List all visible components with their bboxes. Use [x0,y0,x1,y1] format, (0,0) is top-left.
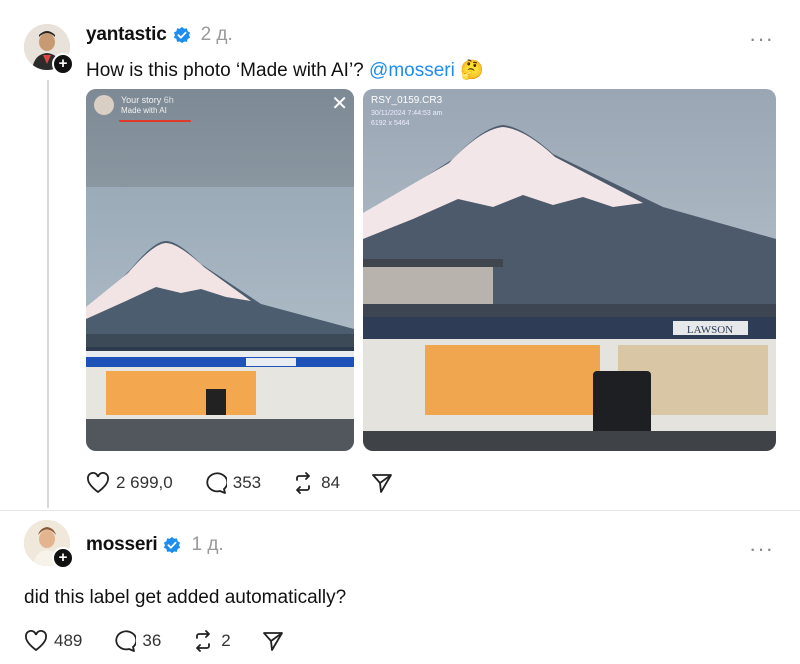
repost-count: 84 [321,473,341,492]
like-count: 2 699,0 [116,473,173,492]
comment-button[interactable]: 353 [203,472,261,494]
post-time: 2 д. [200,24,233,45]
like-button[interactable]: 489 [24,630,82,652]
post-time: 1 д. [191,534,224,555]
post-image-raw-file[interactable]: LAWSON RSY_0159.CR3 30/11/2024 7:44:53 a… [363,89,776,451]
thinking-emoji: 🤔 [460,60,484,81]
raw-file-dimensions: 6192 x 5464 [371,120,410,127]
raw-file-meta: 30/11/2024 7:44:53 am 6192 x 5464 [371,109,442,129]
repost-count: 2 [221,631,231,650]
mention-link[interactable]: @mosseri [369,60,455,81]
username[interactable]: mosseri [86,534,158,556]
story-overlay: Your story 6h Made with AI ✕ [86,89,354,187]
share-icon [372,474,392,493]
raw-file-date: 30/11/2024 7:44:53 am [371,110,443,117]
comment-count: 353 [232,473,262,492]
close-icon[interactable]: ✕ [331,91,348,116]
comment-count: 36 [142,631,162,650]
share-button[interactable] [261,630,285,652]
story-avatar [94,95,114,115]
repost-button[interactable]: 84 [291,472,340,494]
lawson-sign-text: LAWSON [687,324,733,336]
follow-plus-icon[interactable]: + [52,53,74,75]
like-count: 489 [54,631,83,650]
post-header: mosseri 1 д. [86,534,224,556]
post-header: yantastic 2 д. [86,24,233,46]
post-text-body: How is this photo ‘Made with AI’? [86,60,370,81]
repost-button[interactable]: 2 [191,630,231,652]
story-title: Your story 6h [121,95,174,105]
username[interactable]: yantastic [86,24,167,46]
share-icon [262,632,283,651]
raw-file-name: RSY_0159.CR3 [371,95,443,106]
verified-icon [164,536,181,554]
verified-icon [173,26,190,44]
more-icon[interactable]: ··· [749,538,774,560]
comment-icon [206,472,227,494]
made-with-ai-label[interactable]: Made with AI [121,106,167,115]
repost-icon [296,472,311,494]
repost-icon [196,630,211,652]
fuji-lawson-photo-large: LAWSON [363,89,776,451]
like-button[interactable]: 2 699,0 [86,472,173,494]
story-name: Your story [121,95,162,105]
heart-icon [87,472,109,494]
thread-connector-line [47,80,49,508]
follow-plus-icon[interactable]: + [52,547,74,569]
heart-icon [25,630,47,652]
post-text: How is this photo ‘Made with AI’? @mosse… [86,58,484,82]
post-divider [0,510,800,511]
post-actions: 489 36 2 [24,630,315,652]
post-actions: 2 699,0 353 84 [86,472,424,494]
post-text: did this label get added automatically? [24,587,347,608]
more-icon[interactable]: ··· [749,28,774,50]
comment-icon [115,630,137,652]
ai-label-underline [119,120,191,122]
share-button[interactable] [370,472,394,494]
story-age: 6h [163,95,174,105]
comment-button[interactable]: 36 [112,630,161,652]
post-image-story-screenshot[interactable]: Your story 6h Made with AI ✕ [86,89,354,451]
